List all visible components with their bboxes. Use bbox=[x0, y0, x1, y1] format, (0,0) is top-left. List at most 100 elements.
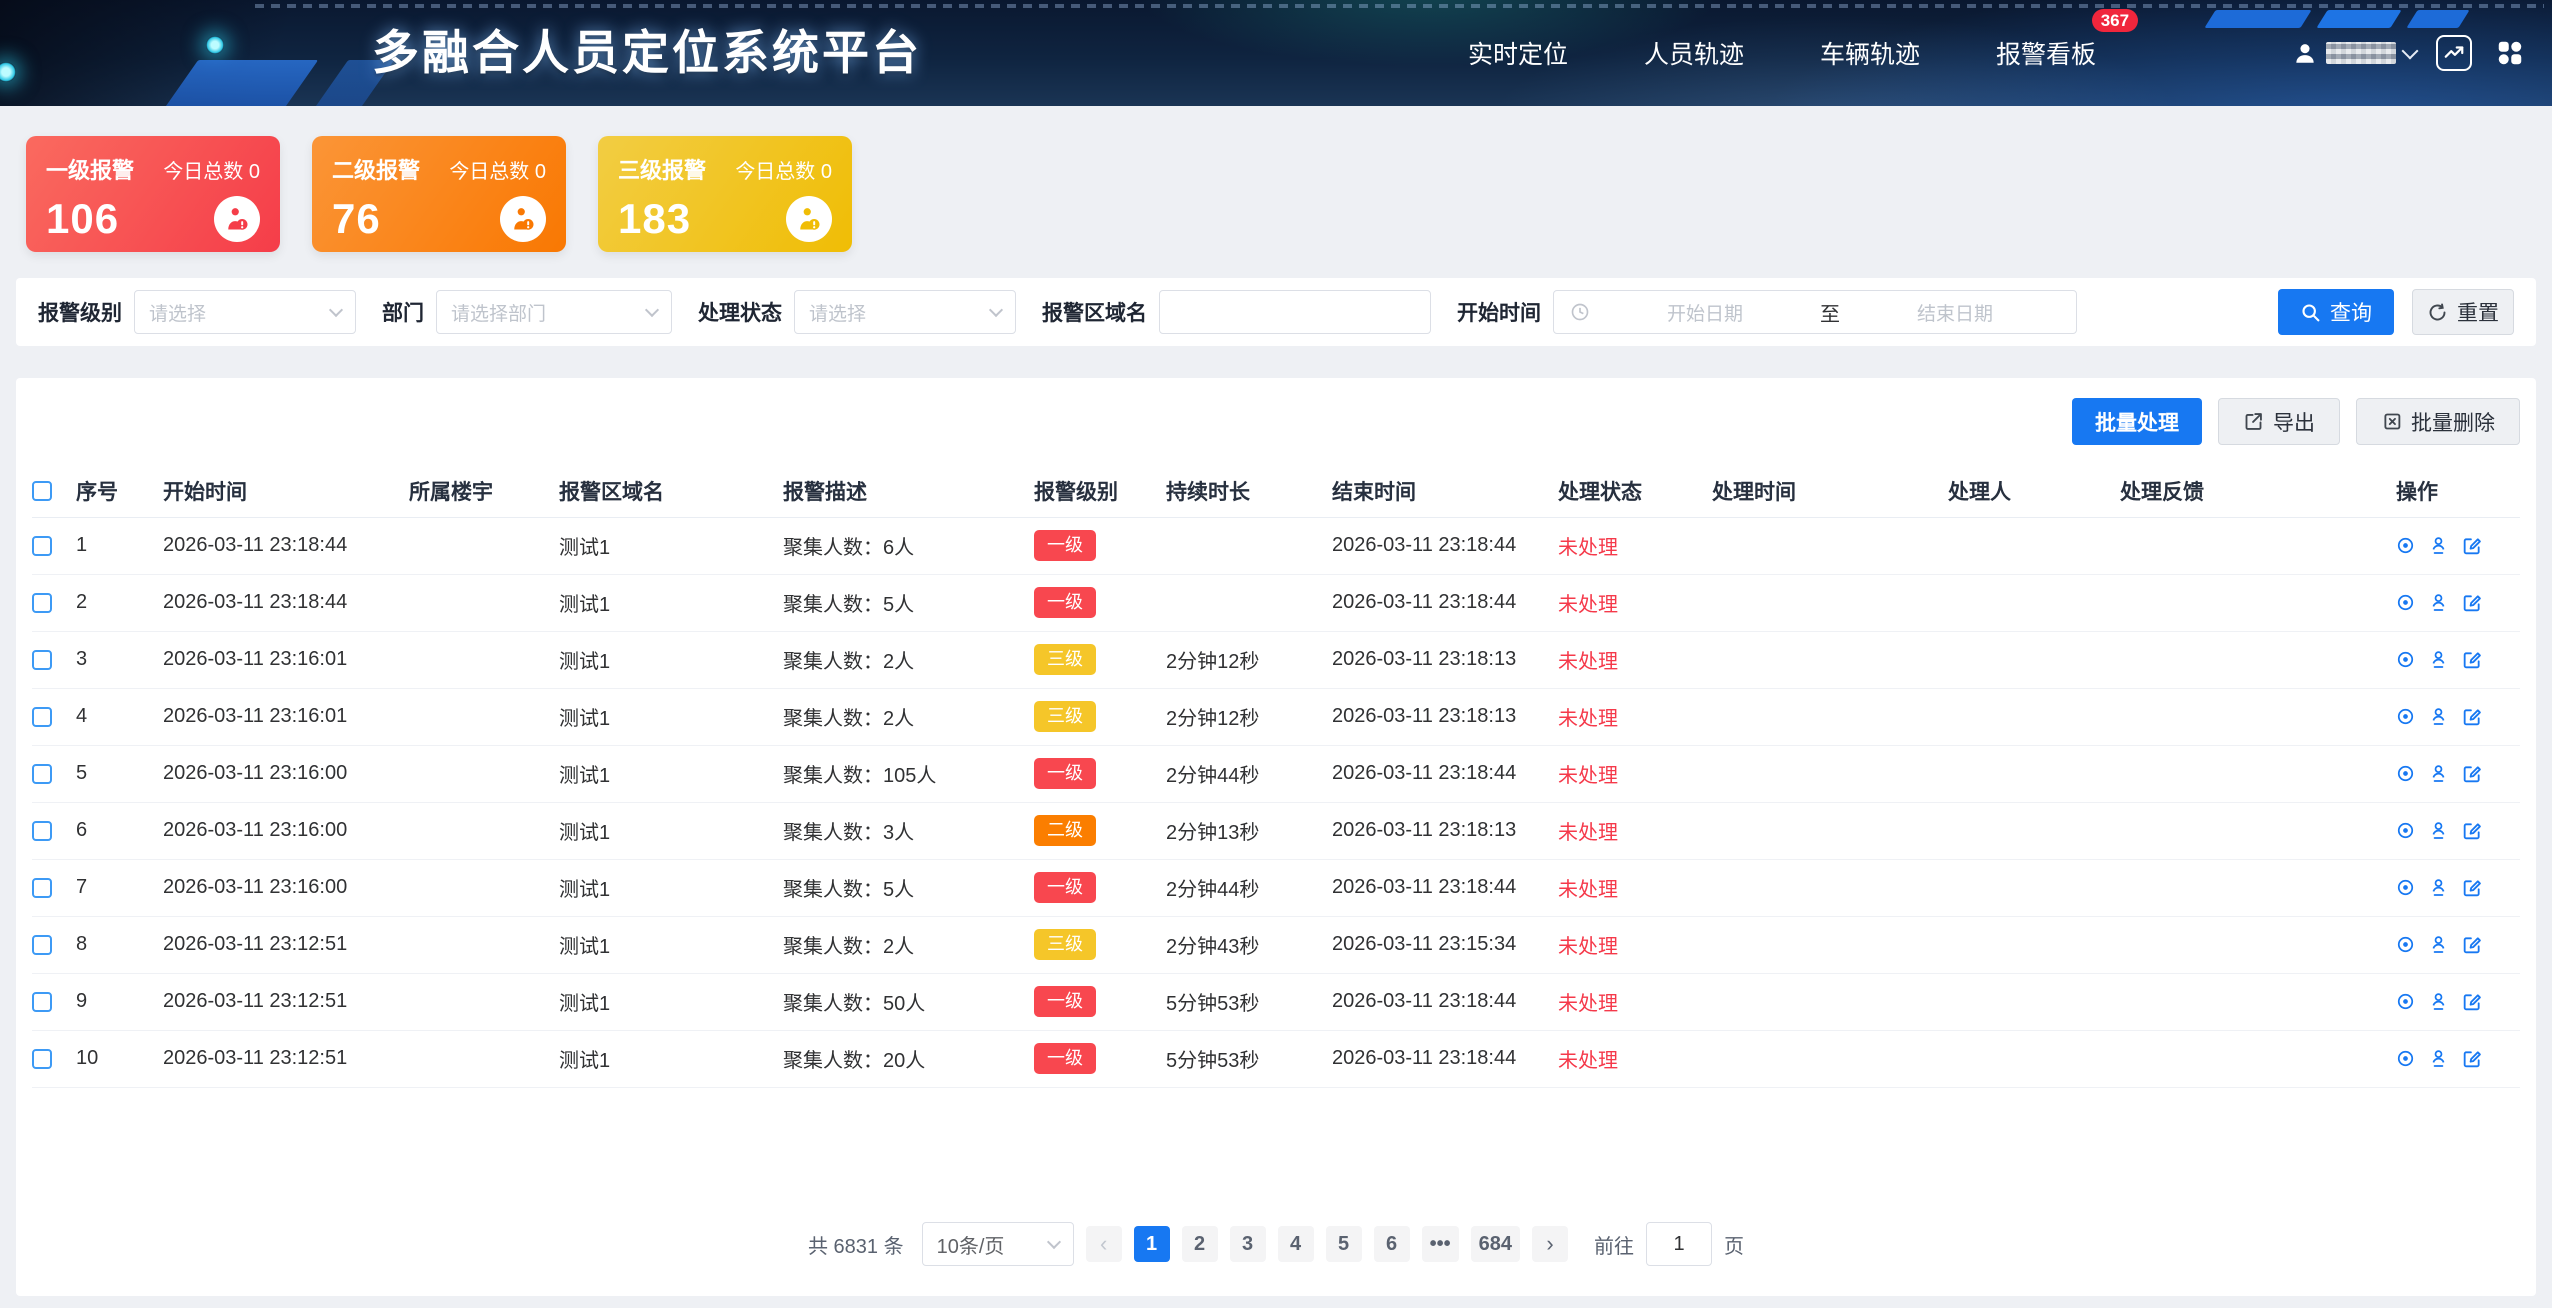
edit-icon[interactable] bbox=[2462, 1049, 2482, 1069]
row-checkbox[interactable] bbox=[32, 650, 52, 670]
person-track-icon[interactable] bbox=[2428, 706, 2449, 727]
view-icon[interactable] bbox=[2396, 878, 2415, 897]
dept-select[interactable]: 请选择部门 bbox=[436, 290, 672, 334]
person-track-icon[interactable] bbox=[2428, 535, 2449, 556]
person-track-icon[interactable] bbox=[2428, 649, 2449, 670]
view-icon[interactable] bbox=[2396, 992, 2415, 1011]
pagination-ellipsis[interactable]: ••• bbox=[1422, 1226, 1459, 1262]
apps-grid-icon[interactable] bbox=[2492, 35, 2528, 71]
next-page-button[interactable]: › bbox=[1532, 1226, 1568, 1262]
table-row: 1 2026-03-11 23:18:44 测试1 聚集人数：6人 一级 202… bbox=[32, 517, 2520, 574]
level-select[interactable]: 请选择 bbox=[134, 290, 356, 334]
batch-delete-label: 批量删除 bbox=[2411, 407, 2495, 437]
person-track-icon[interactable] bbox=[2428, 991, 2449, 1012]
cell-feedback bbox=[2120, 1030, 2396, 1087]
reset-button[interactable]: 重置 bbox=[2412, 289, 2514, 335]
person-track-icon[interactable] bbox=[2428, 877, 2449, 898]
edit-icon[interactable] bbox=[2462, 536, 2482, 556]
view-icon[interactable] bbox=[2396, 593, 2415, 612]
batch-process-button[interactable]: 批量处理 bbox=[2072, 398, 2202, 445]
cell-building bbox=[409, 859, 559, 916]
view-icon[interactable] bbox=[2396, 650, 2415, 669]
row-checkbox[interactable] bbox=[32, 992, 52, 1012]
edit-icon[interactable] bbox=[2462, 821, 2482, 841]
select-all-checkbox[interactable] bbox=[32, 481, 52, 501]
page-button[interactable]: 1 bbox=[1134, 1226, 1170, 1262]
row-checkbox[interactable] bbox=[32, 593, 52, 613]
view-icon[interactable] bbox=[2396, 935, 2415, 954]
search-button[interactable]: 查询 bbox=[2278, 289, 2394, 335]
column-header: 处理时间 bbox=[1712, 465, 1948, 517]
edit-icon[interactable] bbox=[2462, 878, 2482, 898]
cell-description: 聚集人数：2人 bbox=[783, 631, 1034, 688]
row-checkbox[interactable] bbox=[32, 536, 52, 556]
cell-start-time: 2026-03-11 23:16:00 bbox=[163, 859, 409, 916]
person-track-icon[interactable] bbox=[2428, 592, 2449, 613]
page-size-select[interactable]: 10条/页 bbox=[922, 1222, 1074, 1266]
nav-item[interactable]: 人员轨迹 bbox=[1644, 35, 1744, 71]
cell-handle-time bbox=[1712, 631, 1948, 688]
edit-icon[interactable] bbox=[2462, 707, 2482, 727]
page-button[interactable]: 2 bbox=[1182, 1226, 1218, 1262]
table-header-row: 序号开始时间所属楼宇报警区域名报警描述报警级别持续时长结束时间处理状态处理时间处… bbox=[32, 465, 2520, 517]
level-badge: 一级 bbox=[1034, 758, 1096, 790]
person-track-icon[interactable] bbox=[2428, 763, 2449, 784]
view-icon[interactable] bbox=[2396, 707, 2415, 726]
cell-area: 测试1 bbox=[559, 1030, 783, 1087]
person-track-icon[interactable] bbox=[2428, 1048, 2449, 1069]
edit-icon[interactable] bbox=[2462, 935, 2482, 955]
person-alert-icon bbox=[214, 196, 260, 242]
edit-icon[interactable] bbox=[2462, 593, 2482, 613]
cell-building bbox=[409, 802, 559, 859]
row-checkbox[interactable] bbox=[32, 764, 52, 784]
edit-icon[interactable] bbox=[2462, 650, 2482, 670]
cell-start-time: 2026-03-11 23:18:44 bbox=[163, 574, 409, 631]
nav-item-label: 车辆轨迹 bbox=[1820, 41, 1920, 69]
prev-page-button[interactable]: ‹ bbox=[1086, 1226, 1122, 1262]
area-input[interactable] bbox=[1174, 301, 1416, 323]
chevron-down-icon bbox=[329, 303, 343, 317]
person-track-icon[interactable] bbox=[2428, 934, 2449, 955]
row-checkbox[interactable] bbox=[32, 935, 52, 955]
page-button[interactable]: 6 bbox=[1374, 1226, 1410, 1262]
date-range-input[interactable]: 开始日期 至 结束日期 bbox=[1553, 290, 2077, 334]
view-icon[interactable] bbox=[2396, 764, 2415, 783]
goto-page-input[interactable] bbox=[1646, 1222, 1712, 1266]
table-row: 9 2026-03-11 23:12:51 测试1 聚集人数：50人 一级 5分… bbox=[32, 973, 2520, 1030]
view-icon[interactable] bbox=[2396, 536, 2415, 555]
view-icon[interactable] bbox=[2396, 1049, 2415, 1068]
cell-description: 聚集人数：6人 bbox=[783, 517, 1034, 574]
alarm-card-today: 今日总数 0 bbox=[449, 155, 546, 184]
edit-icon[interactable] bbox=[2462, 764, 2482, 784]
nav-item[interactable]: 报警看板 367 bbox=[1996, 35, 2096, 71]
delete-box-icon bbox=[2381, 411, 2402, 432]
table-row: 5 2026-03-11 23:16:00 测试1 聚集人数：105人 一级 2… bbox=[32, 745, 2520, 802]
nav-item[interactable]: 车辆轨迹 bbox=[1820, 35, 1920, 71]
cell-duration: 5分钟53秒 bbox=[1166, 1030, 1332, 1087]
page-title: 多融合人员定位系统平台 bbox=[372, 0, 922, 106]
last-page-button[interactable]: 684 bbox=[1471, 1226, 1520, 1262]
cell-handler bbox=[1948, 574, 2120, 631]
cell-index: 4 bbox=[76, 688, 163, 745]
person-track-icon[interactable] bbox=[2428, 820, 2449, 841]
batch-delete-button[interactable]: 批量删除 bbox=[2356, 398, 2520, 445]
page-button[interactable]: 3 bbox=[1230, 1226, 1266, 1262]
edit-icon[interactable] bbox=[2462, 992, 2482, 1012]
cell-end-time: 2026-03-11 23:18:44 bbox=[1332, 1030, 1558, 1087]
cell-handler bbox=[1948, 973, 2120, 1030]
view-icon[interactable] bbox=[2396, 821, 2415, 840]
row-checkbox[interactable] bbox=[32, 878, 52, 898]
page-button[interactable]: 4 bbox=[1278, 1226, 1314, 1262]
chart-icon[interactable] bbox=[2436, 35, 2472, 71]
export-button[interactable]: 导出 bbox=[2218, 398, 2340, 445]
cell-index: 1 bbox=[76, 517, 163, 574]
cell-handle-time bbox=[1712, 517, 1948, 574]
row-checkbox[interactable] bbox=[32, 707, 52, 727]
cell-description: 聚集人数：5人 bbox=[783, 574, 1034, 631]
row-checkbox[interactable] bbox=[32, 821, 52, 841]
user-menu[interactable] bbox=[2292, 40, 2416, 66]
status-select[interactable]: 请选择 bbox=[794, 290, 1016, 334]
row-checkbox[interactable] bbox=[32, 1049, 52, 1069]
page-button[interactable]: 5 bbox=[1326, 1226, 1362, 1262]
nav-item[interactable]: 实时定位 bbox=[1468, 35, 1568, 71]
